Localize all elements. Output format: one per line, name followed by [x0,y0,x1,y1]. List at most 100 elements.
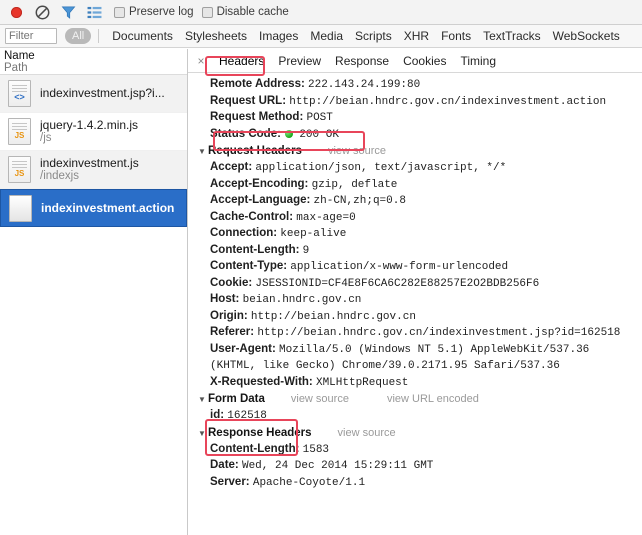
type-filter-websockets[interactable]: WebSockets [547,27,626,45]
view-list-icon[interactable] [82,1,106,23]
field-value: beian.hndrc.gov.cn [243,294,362,306]
tab-preview[interactable]: Preview [271,52,328,70]
type-filter-media[interactable]: Media [304,27,349,45]
list-item-name: jquery-1.4.2.min.js [40,119,138,132]
list-item-selected[interactable]: indexinvestment.action [0,189,187,227]
header-content-type: Content-Type: application/x-www-form-url… [198,259,642,276]
clear-icon[interactable] [30,1,54,23]
checkbox-box [114,7,125,18]
type-filter-texttracks[interactable]: TextTracks [477,27,547,45]
section-title: Response Headers [208,425,312,441]
view-source-link[interactable]: view source [291,391,349,407]
plain-file-icon [9,195,32,222]
tab-response[interactable]: Response [328,52,396,70]
field-value: http://beian.hndrc.gov.cn/indexinvestmen… [257,327,620,339]
header-connection: Connection: keep-alive [198,226,642,243]
header-content-length: Content-Length: 9 [198,243,642,260]
list-column-header[interactable]: Name Path [0,49,187,75]
file-icon-label: <> [9,92,30,102]
field-key: Cookie: [210,277,252,289]
field-key: Remote Address: [210,78,305,90]
tab-timing[interactable]: Timing [453,52,503,70]
field-key: Host: [210,293,239,305]
header-accept-language: Accept-Language: zh-CN,zh;q=0.8 [198,193,642,210]
field-key: User-Agent: [210,343,276,355]
field-key: Content-Type: [210,260,287,272]
chevron-down-icon[interactable]: ▼ [198,392,208,408]
close-icon[interactable]: × [194,54,208,68]
field-key: Referer: [210,326,254,338]
type-filter-all[interactable]: All [65,28,91,44]
list-item-name: indexinvestment.jsp?i... [40,87,165,100]
section-response-headers[interactable]: ▼ Response Headers view source [198,425,642,442]
general-remote-address: Remote Address: 222.143.24.199:80 [198,77,642,94]
field-value: http://beian.hndrc.gov.cn/indexinvestmen… [289,96,606,108]
tab-headers[interactable]: Headers [212,52,271,70]
view-source-link[interactable]: view source [328,143,386,159]
checkbox-box [202,7,213,18]
header-x-requested-with: X-Requested-With: XMLHttpRequest [198,375,642,392]
disable-cache-checkbox[interactable]: Disable cache [202,6,289,18]
field-key: Date: [210,459,239,471]
search-input[interactable] [5,28,57,44]
column-header-name: Name [4,50,183,62]
header-user-agent: User-Agent: Mozilla/5.0 (Windows NT 5.1)… [198,342,642,375]
tab-cookies[interactable]: Cookies [396,52,453,70]
view-url-encoded-link[interactable]: view URL encoded [387,391,479,407]
detail-tab-bar: × Headers Preview Response Cookies Timin… [188,49,642,73]
chevron-down-icon[interactable]: ▼ [198,144,208,160]
chevron-down-icon[interactable]: ▼ [198,426,208,442]
list-empty-area [0,227,187,535]
form-field-id: id: 162518 [198,408,642,425]
type-filter-xhr[interactable]: XHR [398,27,435,45]
field-key: Content-Length: [210,443,299,455]
filter-icon[interactable] [56,1,80,23]
list-item-name: indexinvestment.action [41,202,174,215]
field-key: Request Method: [210,111,303,123]
field-value: zh-CN,zh;q=0.8 [314,195,406,207]
file-icon-label: JS [9,131,30,140]
field-value: 222.143.24.199:80 [308,79,420,91]
field-value: 200 OK [299,129,339,141]
list-item[interactable]: JS indexinvestment.js /indexjs [0,151,187,189]
type-filter-documents[interactable]: Documents [106,27,179,45]
field-key: Status Code: [210,128,281,140]
field-key: Connection: [210,227,277,239]
preserve-log-label: Preserve log [129,6,194,18]
field-value: 162518 [227,410,267,422]
document-file-icon: <> [8,80,31,107]
type-filter-fonts[interactable]: Fonts [435,27,477,45]
file-icon-label: JS [9,169,30,178]
divider [98,29,99,43]
type-filter-scripts[interactable]: Scripts [349,27,398,45]
disable-cache-label: Disable cache [217,6,289,18]
request-list: Name Path <> indexinvestment.jsp?i... JS… [0,49,188,535]
field-key: Accept-Language: [210,194,310,206]
list-item-name: indexinvestment.js [40,157,139,170]
list-item-path: /indexjs [40,170,139,183]
list-item[interactable]: JS jquery-1.4.2.min.js /js [0,113,187,151]
preserve-log-checkbox[interactable]: Preserve log [114,6,194,18]
header-cache-control: Cache-Control: max-age=0 [198,210,642,227]
field-value: keep-alive [280,228,346,240]
response-server: Server: Apache-Coyote/1.1 [198,475,642,492]
type-filter-stylesheets[interactable]: Stylesheets [179,27,253,45]
header-host: Host: beian.hndrc.gov.cn [198,292,642,309]
general-request-url: Request URL: http://beian.hndrc.gov.cn/i… [198,94,642,111]
section-form-data[interactable]: ▼ Form Data view source view URL encoded [198,391,642,408]
list-item-path: /js [40,132,138,145]
resource-type-bar: All Documents Stylesheets Images Media S… [0,25,642,48]
field-key: Request URL: [210,95,286,107]
section-request-headers[interactable]: ▼ Request Headers view source [198,143,642,160]
field-value: application/json, text/javascript, */* [255,162,506,174]
type-filter-images[interactable]: Images [253,27,304,45]
field-key: Content-Length: [210,244,299,256]
record-icon[interactable] [4,1,28,23]
network-toolbar: Preserve log Disable cache [0,0,642,25]
view-source-link[interactable]: view source [338,425,396,441]
response-date: Date: Wed, 24 Dec 2014 15:29:11 GMT [198,458,642,475]
field-key: Cache-Control: [210,211,293,223]
list-item[interactable]: <> indexinvestment.jsp?i... [0,75,187,113]
column-header-path: Path [4,62,183,74]
header-accept: Accept: application/json, text/javascrip… [198,160,642,177]
